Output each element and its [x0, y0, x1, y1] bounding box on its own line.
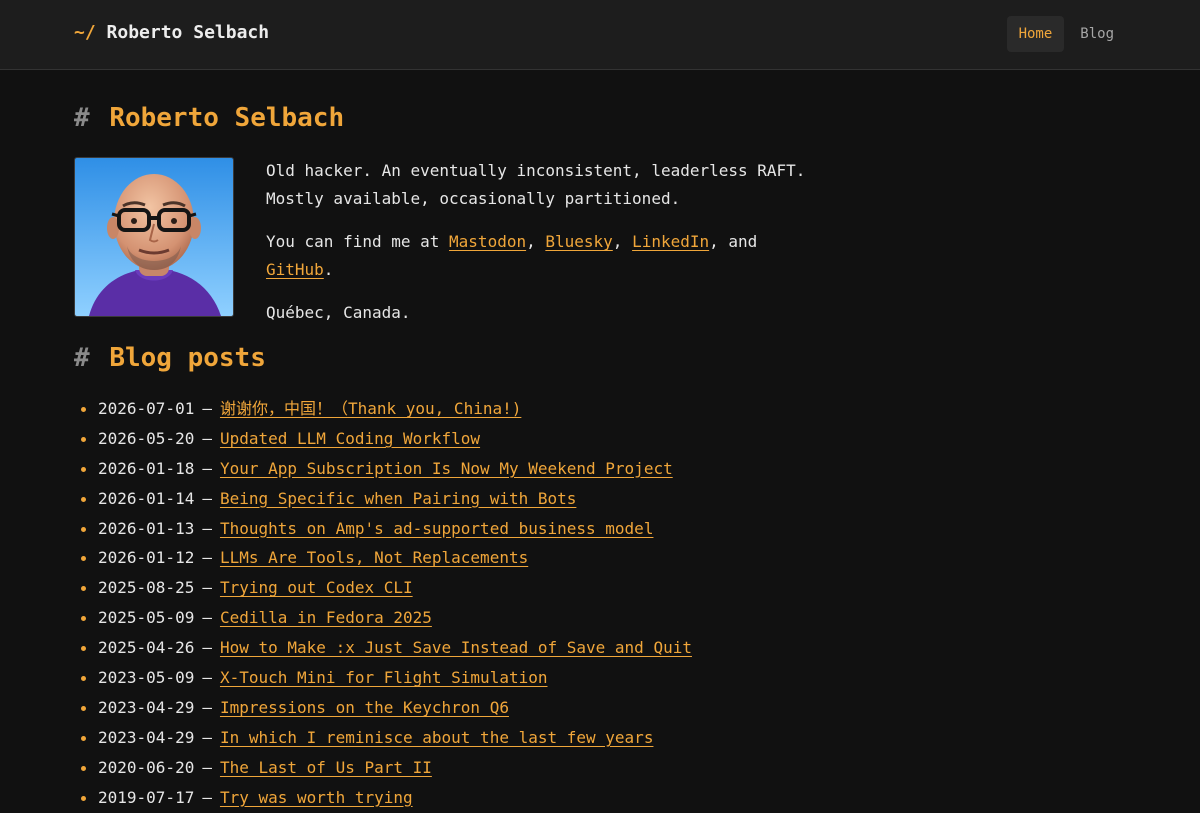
post-title-link[interactable]: Thoughts on Amp's ad-supported business …: [220, 519, 653, 538]
post-title-link[interactable]: X-Touch Mini for Flight Simulation: [220, 668, 548, 687]
list-item: 2026-01-12 — LLMs Are Tools, Not Replaceme…: [81, 543, 692, 573]
bio-links-and: , and: [709, 232, 758, 251]
bullet-icon: [81, 676, 86, 682]
post-title-link[interactable]: Impressions on the Keychron Q6: [220, 698, 509, 717]
bullet-icon: [81, 496, 86, 502]
list-item: 2025-08-25 — Trying out Codex CLI: [81, 573, 692, 603]
bio-location: Québec, Canada.: [266, 303, 411, 322]
post-title-link[interactable]: The Last of Us Part II: [220, 758, 432, 777]
post-date: 2026-01-14: [98, 488, 195, 508]
post-date: 2019-07-17: [98, 787, 195, 807]
bullet-icon: [81, 616, 86, 622]
post-date: 2025-08-25: [98, 578, 195, 598]
top-bar: ~/ Roberto Selbach Home Blog: [0, 0, 1200, 70]
list-item: 2023-04-29 — Impressions on the Keychron Q…: [81, 693, 692, 723]
github-link[interactable]: GitHub: [266, 260, 324, 279]
post-separator: —: [202, 428, 212, 448]
post-title-link[interactable]: How to Make :x Just Save Instead of Save…: [220, 638, 692, 657]
list-item: 2025-05-09 — Cedilla in Fedora 2025: [81, 603, 692, 633]
bullet-icon: [81, 765, 86, 771]
post-separator: —: [202, 458, 212, 478]
post-date: 2023-05-09: [98, 668, 195, 688]
list-item: 2023-04-29 — In which I reminisce about th…: [81, 723, 692, 753]
linkedin-link[interactable]: LinkedIn: [632, 232, 709, 251]
bio-tagline: Old hacker. An eventually inconsistent, …: [266, 161, 806, 208]
post-separator: —: [202, 787, 212, 807]
list-item: 2026-07-01 — 谢谢你，中国！（Thank you, China!): [81, 394, 692, 424]
bullet-icon: [81, 526, 86, 532]
post-separator: —: [202, 608, 212, 628]
post-title-link[interactable]: Being Specific when Pairing with Bots: [220, 489, 576, 508]
main-nav: Home Blog: [1006, 16, 1126, 52]
bullet-icon: [81, 646, 86, 652]
post-separator: —: [202, 757, 212, 777]
post-date: 2026-01-12: [98, 548, 195, 568]
bullet-icon: [81, 705, 86, 711]
bio: Old hacker. An eventually inconsistent, …: [266, 157, 806, 342]
bullet-icon: [81, 586, 86, 592]
nav-home-link[interactable]: Home: [1006, 16, 1065, 52]
bio-links-paragraph: You can find me at Mastodon, Bluesky, Li…: [266, 232, 758, 279]
post-separator: —: [202, 668, 212, 688]
intro-heading: # Roberto Selbach: [74, 101, 344, 135]
bullet-icon: [81, 466, 86, 472]
post-date: 2026-01-13: [98, 518, 195, 538]
post-title-link[interactable]: Try was worth trying: [220, 788, 413, 807]
post-separator: —: [202, 518, 212, 538]
bluesky-link[interactable]: Bluesky: [545, 232, 612, 251]
post-title-link[interactable]: LLMs Are Tools, Not Replacements: [220, 548, 528, 567]
post-date: 2025-04-26: [98, 638, 195, 658]
post-date: 2023-04-29: [98, 697, 195, 717]
list-item: 2026-05-20 — Updated LLM Coding Workflow: [81, 424, 692, 454]
blog-post-list: 2026-07-01— 谢谢你，中国！（Thank you, China!) 202…: [74, 394, 692, 812]
list-item: 2026-01-18 — Your App Subscription Is Now …: [81, 454, 692, 484]
blog-posts-heading: # Blog posts: [74, 341, 266, 375]
post-title-link[interactable]: Updated LLM Coding Workflow: [220, 429, 480, 448]
post-separator: —: [202, 548, 212, 568]
bullet-icon: [81, 436, 86, 442]
post-title-link[interactable]: 谢谢你，中国！（Thank you, China!): [220, 399, 521, 418]
list-item: 2020-06-20 — The Last of Us Part II: [81, 753, 692, 783]
bio-links-prefix: You can find me at: [266, 232, 440, 251]
post-date: 2026-01-18: [98, 458, 195, 478]
post-title-link[interactable]: Cedilla in Fedora 2025: [220, 608, 432, 627]
brand-prefix: ~/: [74, 22, 96, 43]
post-separator: —: [202, 727, 212, 747]
list-item: 2023-05-09 — X-Touch Mini for Flight Simul…: [81, 663, 692, 693]
avatar-image: [75, 158, 233, 316]
list-item: 2026-01-13 — Thoughts on Amp's ad-supporte…: [81, 514, 692, 544]
nav-blog-link[interactable]: Blog: [1068, 16, 1126, 52]
post-date: 2020-06-20: [98, 757, 195, 777]
bullet-icon: [81, 735, 86, 741]
posts-heading-hash: #: [74, 343, 90, 373]
list-item: 2026-01-14 — Being Specific when Pairing w…: [81, 484, 692, 514]
intro-heading-text: Roberto Selbach: [109, 103, 345, 133]
avatar-portrait: [74, 157, 234, 317]
intro-heading-hash: #: [74, 103, 90, 133]
post-separator: —: [202, 697, 212, 717]
posts-heading-text: Blog posts: [109, 343, 266, 373]
post-date: 2026-05-20: [98, 428, 195, 448]
post-separator: —: [202, 488, 212, 508]
post-title-link[interactable]: Trying out Codex CLI: [220, 578, 413, 597]
post-separator: —: [202, 399, 212, 418]
post-separator: —: [202, 578, 212, 598]
post-title-link[interactable]: In which I reminisce about the last few …: [220, 728, 653, 747]
post-date: 2023-04-29: [98, 727, 195, 747]
list-item: 2019-07-17 — Try was worth trying: [81, 783, 692, 813]
brand-name: Roberto Selbach: [106, 22, 270, 43]
mastodon-link[interactable]: Mastodon: [449, 232, 526, 251]
post-title-link[interactable]: Your App Subscription Is Now My Weekend …: [220, 459, 673, 478]
post-date: 2026-07-01: [98, 399, 195, 418]
site-brand-link[interactable]: ~/ Roberto Selbach: [74, 22, 269, 43]
list-item: 2025-04-26 — How to Make :x Just Save Inst…: [81, 633, 692, 663]
bullet-icon: [81, 556, 86, 562]
post-date: 2025-05-09: [98, 608, 195, 628]
bullet-icon: [81, 407, 86, 412]
post-separator: —: [202, 638, 212, 658]
